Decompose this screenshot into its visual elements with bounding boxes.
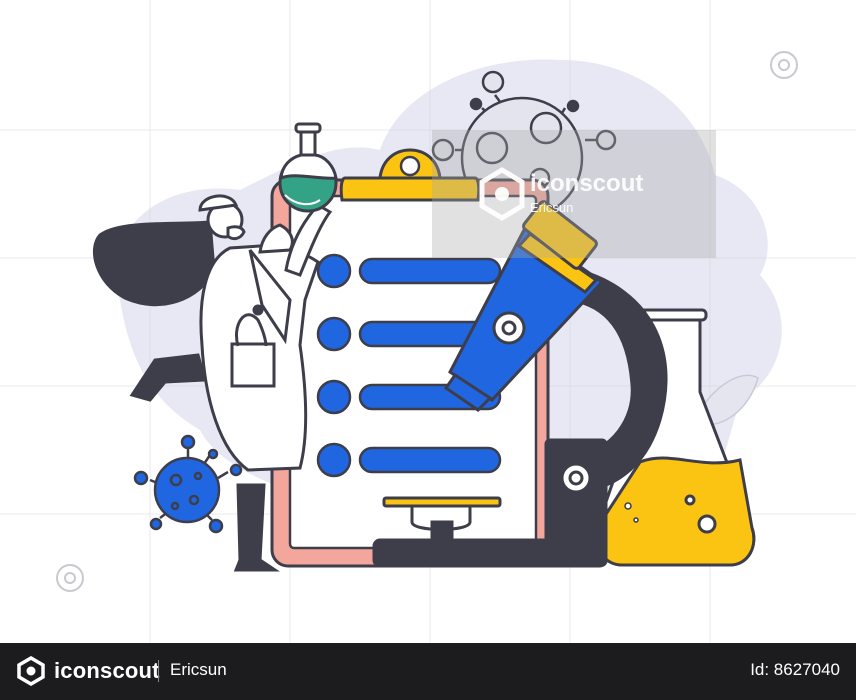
footer-divider: [158, 660, 159, 682]
footer-asset-id: Id: 8627040: [750, 660, 840, 679]
watermark-author: Ericsun: [530, 200, 574, 215]
iconscout-logo-icon: [17, 656, 45, 686]
footer-author[interactable]: Ericsun: [170, 660, 227, 680]
watermark-text: iconscout Ericsun: [530, 170, 643, 215]
illustration: iconscout Ericsun: [0, 0, 856, 700]
footer-bar: iconscout Ericsun Id: 8627040: [0, 643, 856, 700]
footer-brand-name: iconscout: [54, 658, 160, 683]
footer-brand[interactable]: iconscout: [16, 656, 160, 686]
watermark-brand: iconscout: [530, 170, 644, 197]
flask-icon: [278, 122, 338, 213]
medical-research-illustration: [0, 0, 856, 643]
